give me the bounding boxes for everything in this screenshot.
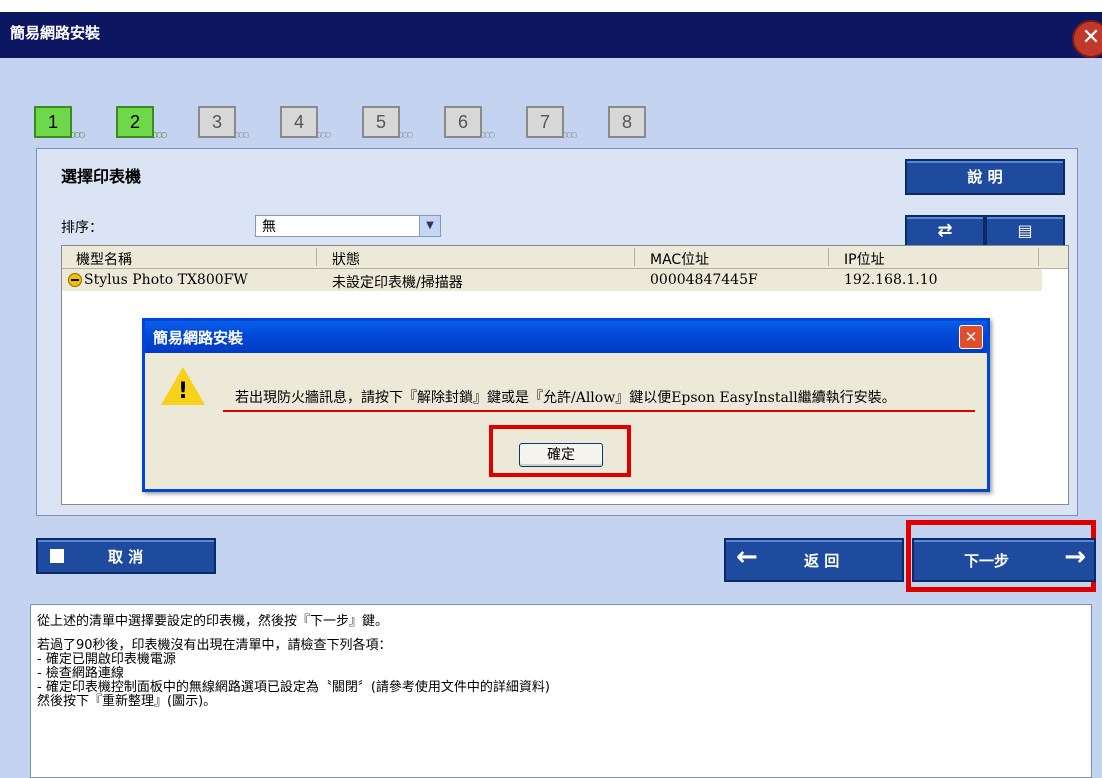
cancel-label: 取 消: [108, 548, 144, 566]
step-8: 8: [608, 106, 646, 138]
dialog-close-icon[interactable]: ✕: [959, 325, 983, 349]
header-model: 機型名稱: [76, 252, 132, 268]
info-line: 然後按下『重新整理』(圖示)。: [37, 694, 217, 709]
list-header: 機型名稱 狀態 MAC位址 IP位址: [62, 246, 1068, 269]
info-line: - 檢查網路連線: [37, 666, 124, 681]
step-dots-icon: ▢▢▢: [480, 130, 495, 139]
header-ip: IP位址: [844, 252, 885, 268]
step-7: 7: [526, 106, 564, 138]
sort-select[interactable]: 無 ▼: [255, 215, 441, 237]
table-row[interactable]: Stylus Photo TX800FW 未設定印表機/掃描器 00004847…: [62, 269, 1042, 291]
info-text-box: 從上述的清單中選擇要設定的印表機，然後按『下一步』鍵。 若過了90秒後，印表機沒…: [30, 604, 1092, 778]
message-underline: [223, 410, 975, 412]
step-3: 3: [198, 106, 236, 138]
row-status: 未設定印表機/掃描器: [332, 275, 463, 291]
row-model: Stylus Photo TX800FW: [84, 272, 248, 288]
window-title: 簡易網路安裝: [10, 24, 101, 42]
info-line: - 確定印表機控制面板中的無線網路選項已設定為〝關閉〞(請參考使用文件中的詳細資…: [37, 680, 550, 695]
close-x-icon[interactable]: ✕: [1072, 20, 1102, 58]
info-line: 若過了90秒後，印表機沒有出現在清單中，請檢查下列各項：: [37, 638, 392, 653]
refresh-button[interactable]: ⇄: [905, 215, 985, 247]
panel-title: 選擇印表機: [61, 167, 142, 186]
step-5: 5: [362, 106, 400, 138]
step-2: 2: [116, 106, 154, 138]
step-dots-icon: ▢▢▢: [234, 130, 249, 139]
sort-label: 排序：: [61, 220, 103, 236]
dialog-message: 若出現防火牆訊息，請按下『解除封鎖』鍵或是『允許/Allow』鍵以便Epson …: [235, 390, 896, 406]
row-ip: 192.168.1.10: [844, 272, 938, 288]
chevron-down-icon[interactable]: ▼: [419, 216, 440, 236]
step-dots-icon: ▢▢▢: [70, 130, 85, 139]
cancel-button[interactable]: 取 消: [36, 538, 216, 574]
row-mac: 00004847445F: [650, 272, 758, 288]
refresh-arrows-icon: ⇄: [937, 220, 953, 241]
step-4: 4: [280, 106, 318, 138]
step-1: 1: [34, 106, 72, 138]
arrow-left-icon: ←: [736, 542, 758, 572]
step-dots-icon: ▢▢▢: [152, 130, 167, 139]
next-label: 下一步: [964, 552, 1010, 570]
step-dots-icon: ▢▢▢: [562, 130, 577, 139]
back-button[interactable]: ← 返 回: [724, 538, 904, 582]
header-mac: MAC位址: [650, 252, 710, 268]
next-button[interactable]: 下一步 →: [912, 538, 1096, 582]
info-line: - 確定已開啟印表機電源: [37, 652, 176, 667]
ok-highlight: 確定: [489, 425, 631, 477]
step-dots-icon: ▢▢▢: [398, 130, 413, 139]
back-label: 返 回: [804, 552, 840, 570]
arrow-right-icon: →: [1064, 542, 1086, 572]
title-bar: 簡易網路安裝 ✕: [0, 12, 1102, 58]
settings-button[interactable]: ▤: [985, 215, 1065, 247]
dialog-title-bar: 簡易網路安裝 ✕: [145, 321, 987, 353]
dialog-title: 簡易網路安裝: [153, 329, 244, 347]
warning-exclamation-icon: !: [178, 379, 189, 404]
firewall-dialog: 簡易網路安裝 ✕ ! 若出現防火牆訊息，請按下『解除封鎖』鍵或是『允許/Allo…: [142, 318, 990, 492]
sort-value: 無: [262, 219, 276, 235]
ok-button[interactable]: 確定: [519, 443, 603, 467]
info-line: 從上述的清單中選擇要設定的印表機，然後按『下一步』鍵。: [37, 614, 389, 629]
step-dots-icon: ▢▢▢: [316, 130, 331, 139]
step-6: 6: [444, 106, 482, 138]
header-status: 狀態: [332, 252, 360, 268]
printer-status-icon: [68, 273, 82, 287]
settings-window-icon: ▤: [1017, 221, 1033, 240]
stop-square-icon: [50, 549, 64, 563]
help-button[interactable]: 說 明: [905, 159, 1065, 195]
